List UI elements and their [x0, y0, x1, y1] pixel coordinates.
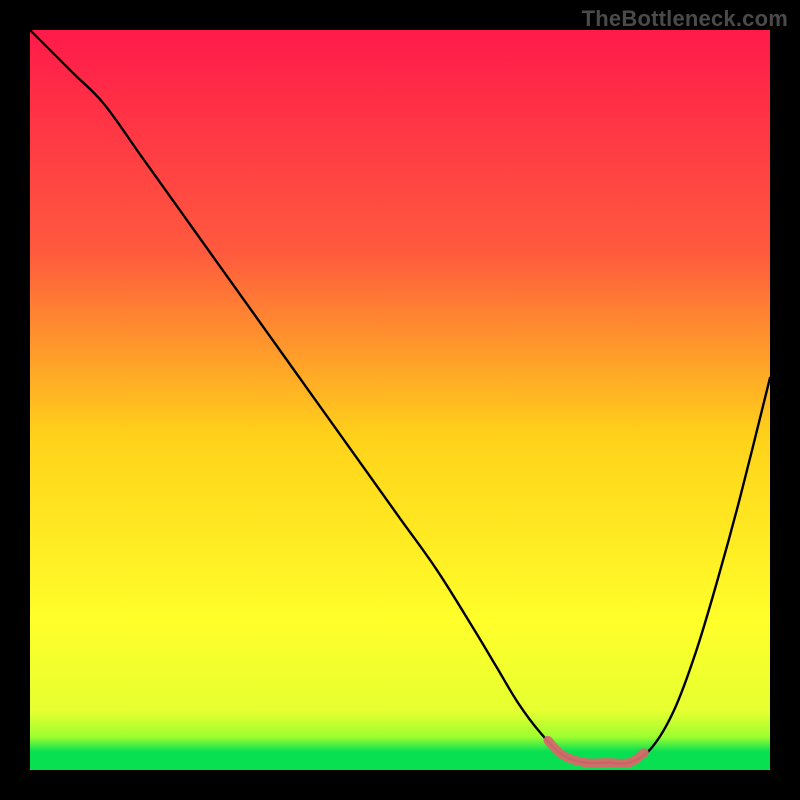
chart-svg — [30, 30, 770, 770]
watermark-label: TheBottleneck.com — [582, 6, 788, 32]
bottleneck-chart — [30, 30, 770, 770]
